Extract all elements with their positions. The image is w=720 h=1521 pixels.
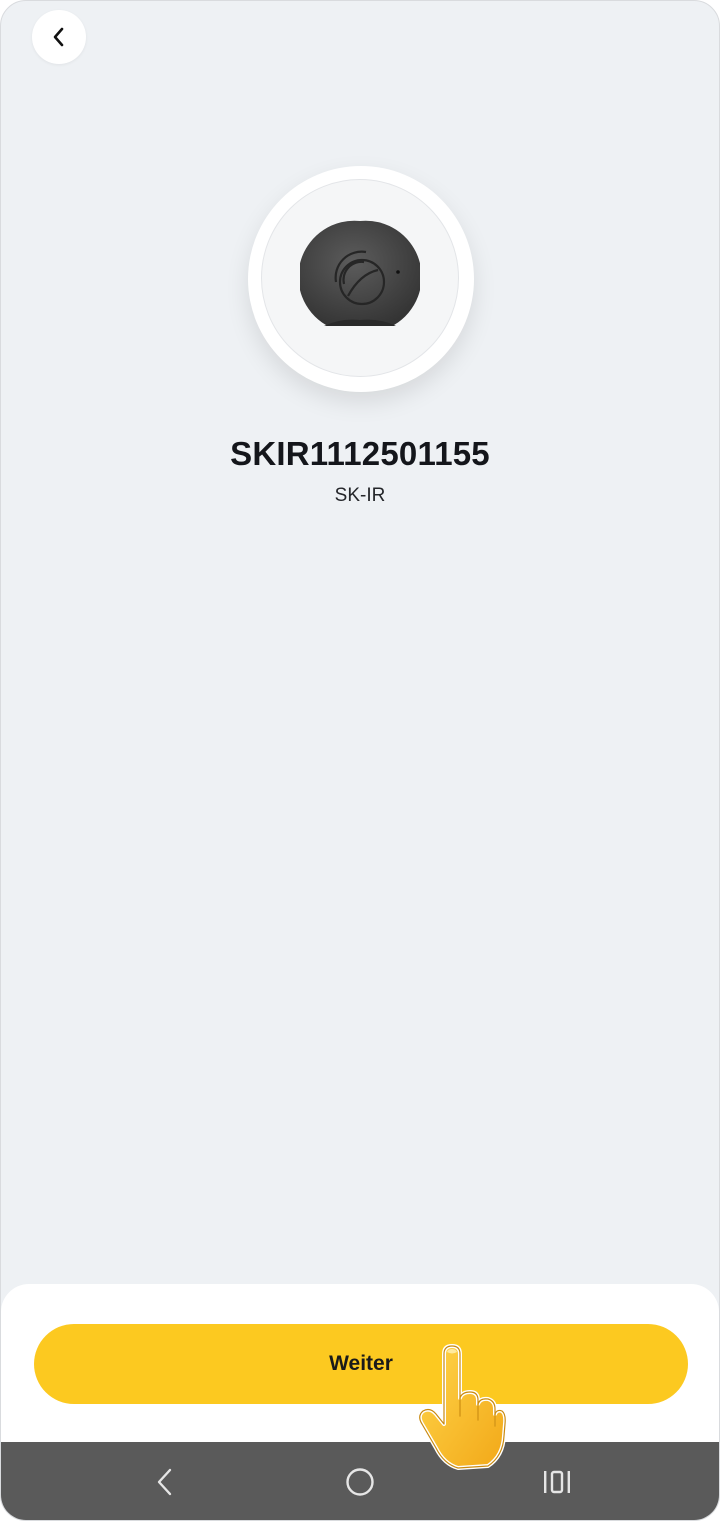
device-image-inner — [261, 179, 459, 377]
device-serial: SKIR1112501155 — [230, 435, 490, 472]
bottom-action-sheet: Weiter — [1, 1284, 719, 1444]
nav-back-icon — [157, 1468, 172, 1496]
app-screen: SKIR1112501155 SK-IR Weiter — [0, 0, 720, 1521]
nav-home-button[interactable] — [336, 1458, 384, 1506]
system-navigation-bar — [1, 1442, 719, 1520]
continue-button[interactable]: Weiter — [34, 1324, 688, 1404]
device-image-container — [248, 166, 474, 392]
nav-home-icon — [346, 1468, 374, 1496]
chevron-left-icon — [53, 27, 64, 47]
back-button[interactable] — [32, 10, 86, 64]
ir-blaster-device-icon — [300, 220, 420, 326]
nav-recents-icon — [544, 1470, 570, 1494]
device-model: SK-IR — [334, 485, 386, 506]
nav-back-button[interactable] — [141, 1458, 189, 1506]
nav-recents-button[interactable] — [533, 1458, 581, 1506]
